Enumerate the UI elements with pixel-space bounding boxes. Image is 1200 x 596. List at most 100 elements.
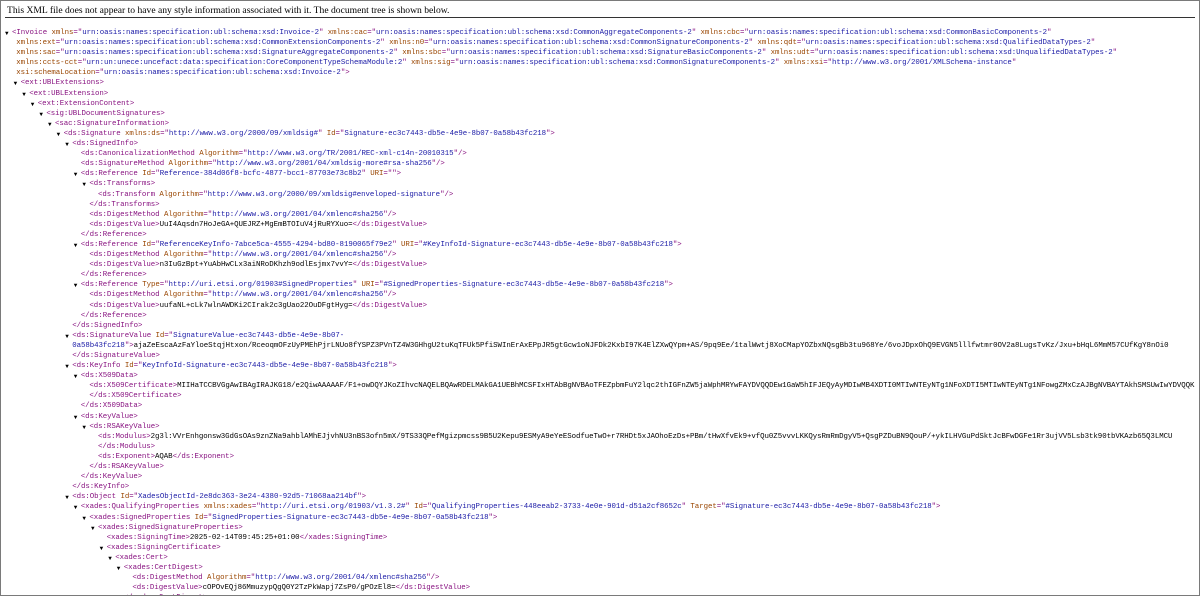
xml-text: uufaNL+cLk7wlnAWDKi2CIrak2c3gUao22OuDFgt… [159, 301, 353, 310]
xml-attribute-name: xsi:schemaLocation [16, 69, 96, 78]
xml-tree-line: ▼ <sac:SignatureInformation> [1, 119, 1199, 129]
xml-attribute-name: Id [142, 240, 151, 249]
xml-tag: </ds:X509Certificate> [89, 392, 182, 401]
xml-tree-line: <ds:DigestMethod Algorithm="http://www.w… [1, 210, 1199, 220]
xml-line-content: <ds:Signature xmlns:ds="http://www.w3.or… [64, 129, 555, 139]
xml-tag: " [774, 59, 784, 68]
collapse-toggle-icon[interactable]: ▼ [82, 180, 86, 189]
xml-tree-line: ▼ <xades:CertDigest> [1, 563, 1199, 573]
xml-tree-line: ▼ <xades:SignedSignatureProperties> [1, 523, 1199, 533]
xml-tag: =" [823, 59, 833, 68]
xml-line-content: <ds:SignatureMethod Algorithm="http://ww… [81, 159, 445, 169]
xml-tree-line: </ds:Modulus> [1, 442, 1199, 452]
xml-attribute-value: SignatureValue-ec3c7443-db5e-4e9e-8b07- [173, 331, 345, 340]
collapse-toggle-icon[interactable]: ▼ [82, 514, 86, 523]
xml-tag: =" [203, 251, 213, 260]
xml-tag: " [380, 39, 390, 48]
xml-attribute-name: Target [690, 503, 717, 512]
xml-tag: </ds:Reference> [80, 230, 147, 239]
xml-text: MIIHaTCCBVGgAwIBAgIRAJKG18/e2QiwAAAAAF/F… [177, 382, 1195, 391]
xml-line-content: <ds:DigestValue>n3IuGzBpt+YuAbHwCLx3aiNR… [89, 260, 427, 270]
xml-attribute-name: Id [120, 493, 130, 502]
collapse-toggle-icon[interactable]: ▼ [48, 120, 52, 129]
xml-tag: " [1046, 29, 1052, 37]
collapse-toggle-icon[interactable]: ▼ [65, 140, 69, 149]
xml-attribute-name: URI [361, 281, 375, 290]
xml-line-content: <ds:Transforms> [89, 179, 155, 189]
collapse-toggle-icon[interactable]: ▼ [82, 423, 86, 432]
collapse-toggle-icon[interactable]: ▼ [65, 362, 69, 371]
collapse-toggle-icon[interactable]: ▼ [22, 90, 26, 99]
xml-tag: <ds:SignedInfo> [72, 140, 138, 149]
collapse-toggle-icon[interactable]: ▼ [65, 332, 69, 341]
xml-tag: <ds:Reference [80, 170, 143, 179]
xml-attribute-name: URI [400, 240, 415, 249]
xml-text: 2025-02-14T09:45:25+01:00 [189, 533, 300, 542]
collapse-toggle-icon[interactable]: ▼ [5, 29, 9, 38]
xml-tree-line: ▼ <xades:SignedProperties Id="SignedPrope… [1, 513, 1199, 523]
xml-tree-line: xmlns:ccts-cct =" urn:un:unece:uncefact:da… [1, 58, 1199, 68]
xml-tree-line: </ds:Reference> [1, 270, 1199, 280]
xml-line-content: </ds:SignedInfo> [72, 321, 142, 331]
collapse-toggle-icon[interactable]: ▼ [74, 281, 78, 290]
collapse-toggle-icon[interactable]: ▼ [14, 79, 18, 88]
collapse-toggle-icon[interactable]: ▼ [100, 544, 104, 553]
xml-tree-line: <ds:DigestValue>UuI4Aqsdn7HoJeGA+QUEJRZ+… [1, 220, 1199, 230]
xml-tag: =" [422, 503, 432, 512]
xml-attribute-value: http://uri.etsi.org/01903/v1.3.2# [260, 503, 406, 512]
xml-tree-line: <ds:Transform Algorithm="http://www.w3.o… [1, 190, 1199, 200]
xml-line-content: <ds:Object Id="XadesObjectId-2e8dc363-3e… [72, 492, 366, 502]
collapse-toggle-icon[interactable]: ▼ [39, 110, 43, 119]
xml-tag: <ds:Reference [80, 240, 143, 249]
xml-line-content: 0a58b43fc218">ajaZeEscaAzFaYloeStqjHtxon… [72, 341, 1168, 351]
xml-tag: <ds:Reference [80, 281, 143, 290]
collapse-toggle-icon[interactable]: ▼ [74, 241, 78, 250]
xml-tag: <xades:QualifyingProperties [80, 503, 204, 512]
xml-tag: " [352, 281, 362, 290]
xml-tree-line: <ds:DigestMethod Algorithm="http://www.w… [1, 573, 1199, 583]
xml-line-content: </ds:RSAKeyValue> [89, 462, 164, 472]
xml-tag: <ds:DigestMethod [132, 574, 207, 583]
xml-style-notice: This XML file does not appear to have an… [7, 5, 450, 16]
collapse-toggle-icon[interactable]: ▼ [74, 372, 78, 381]
xml-tag: =" [716, 503, 726, 512]
xml-tag: <ds:DigestMethod [89, 251, 164, 260]
xml-line-content: </ds:KeyValue> [81, 472, 142, 482]
collapse-toggle-icon[interactable]: ▼ [117, 564, 121, 573]
xml-tag: "/> [383, 210, 397, 219]
xml-line-content: <xades:SigningTime>2025-02-14T09:45:25+0… [107, 533, 388, 543]
xml-tag: <ext:UBLExtensions> [20, 79, 104, 88]
collapse-toggle-icon[interactable]: ▼ [74, 170, 78, 179]
xml-line-content: <ds:Modulus>2g3l:VVrEnhgonsw3GdGsOAs9znZ… [98, 432, 1172, 442]
xml-line-content: <xades:CertDigest> [124, 563, 203, 573]
xml-tag: =" [55, 39, 65, 48]
xml-attribute-value: urn:un:unece:uncefact:data:specification… [86, 59, 403, 68]
xml-tag: =" [95, 69, 105, 78]
collapse-toggle-icon[interactable]: ▼ [91, 524, 95, 533]
collapse-toggle-icon[interactable]: ▼ [57, 130, 61, 139]
collapse-toggle-icon[interactable]: ▼ [74, 413, 78, 422]
xml-attribute-value: urn:oasis:names:specification:ubl:schema… [459, 59, 775, 68]
collapse-toggle-icon[interactable]: ▼ [108, 554, 112, 563]
browser-viewport: This XML file does not appear to have an… [0, 0, 1200, 596]
xml-attribute-value: ReferenceKeyInfo-7abce5ca-4555-4294-bd80… [159, 240, 393, 249]
xml-attribute-name: xmlns:ccts-cct [16, 59, 78, 68]
xml-tree-line: ▼ <ds:RSAKeyValue> [1, 422, 1199, 432]
xml-tag: </ds:SignatureValue> [72, 352, 160, 360]
xml-tag: <xades:SigningTime> [106, 533, 190, 542]
xml-tag: " [317, 129, 327, 138]
xml-line-content: xsi:schemaLocation="urn:oasis:names:spec… [16, 68, 349, 78]
xml-attribute-value: urn:oasis:names:specification:ubl:schema… [805, 39, 1091, 48]
xml-tree-line: </ds:RSAKeyValue> [1, 462, 1199, 472]
xml-attribute-value: http://uri.etsi.org/01903#SignedProperti… [168, 281, 353, 290]
collapse-toggle-icon[interactable]: ▼ [31, 100, 35, 109]
xml-tag: "> [387, 362, 397, 371]
xml-tag: "> [340, 69, 350, 78]
xml-attribute-name: Algorithm [163, 251, 204, 260]
xml-attribute-value: http://www.w3.org/2000/09/xmldsig#envelo… [207, 190, 441, 199]
xml-attribute-name: Id [155, 331, 165, 340]
collapse-toggle-icon[interactable]: ▼ [65, 493, 69, 502]
xml-attribute-name: URI [370, 170, 384, 179]
xml-tag: <ds:Modulus> [98, 432, 151, 441]
collapse-toggle-icon[interactable]: ▼ [74, 503, 78, 512]
